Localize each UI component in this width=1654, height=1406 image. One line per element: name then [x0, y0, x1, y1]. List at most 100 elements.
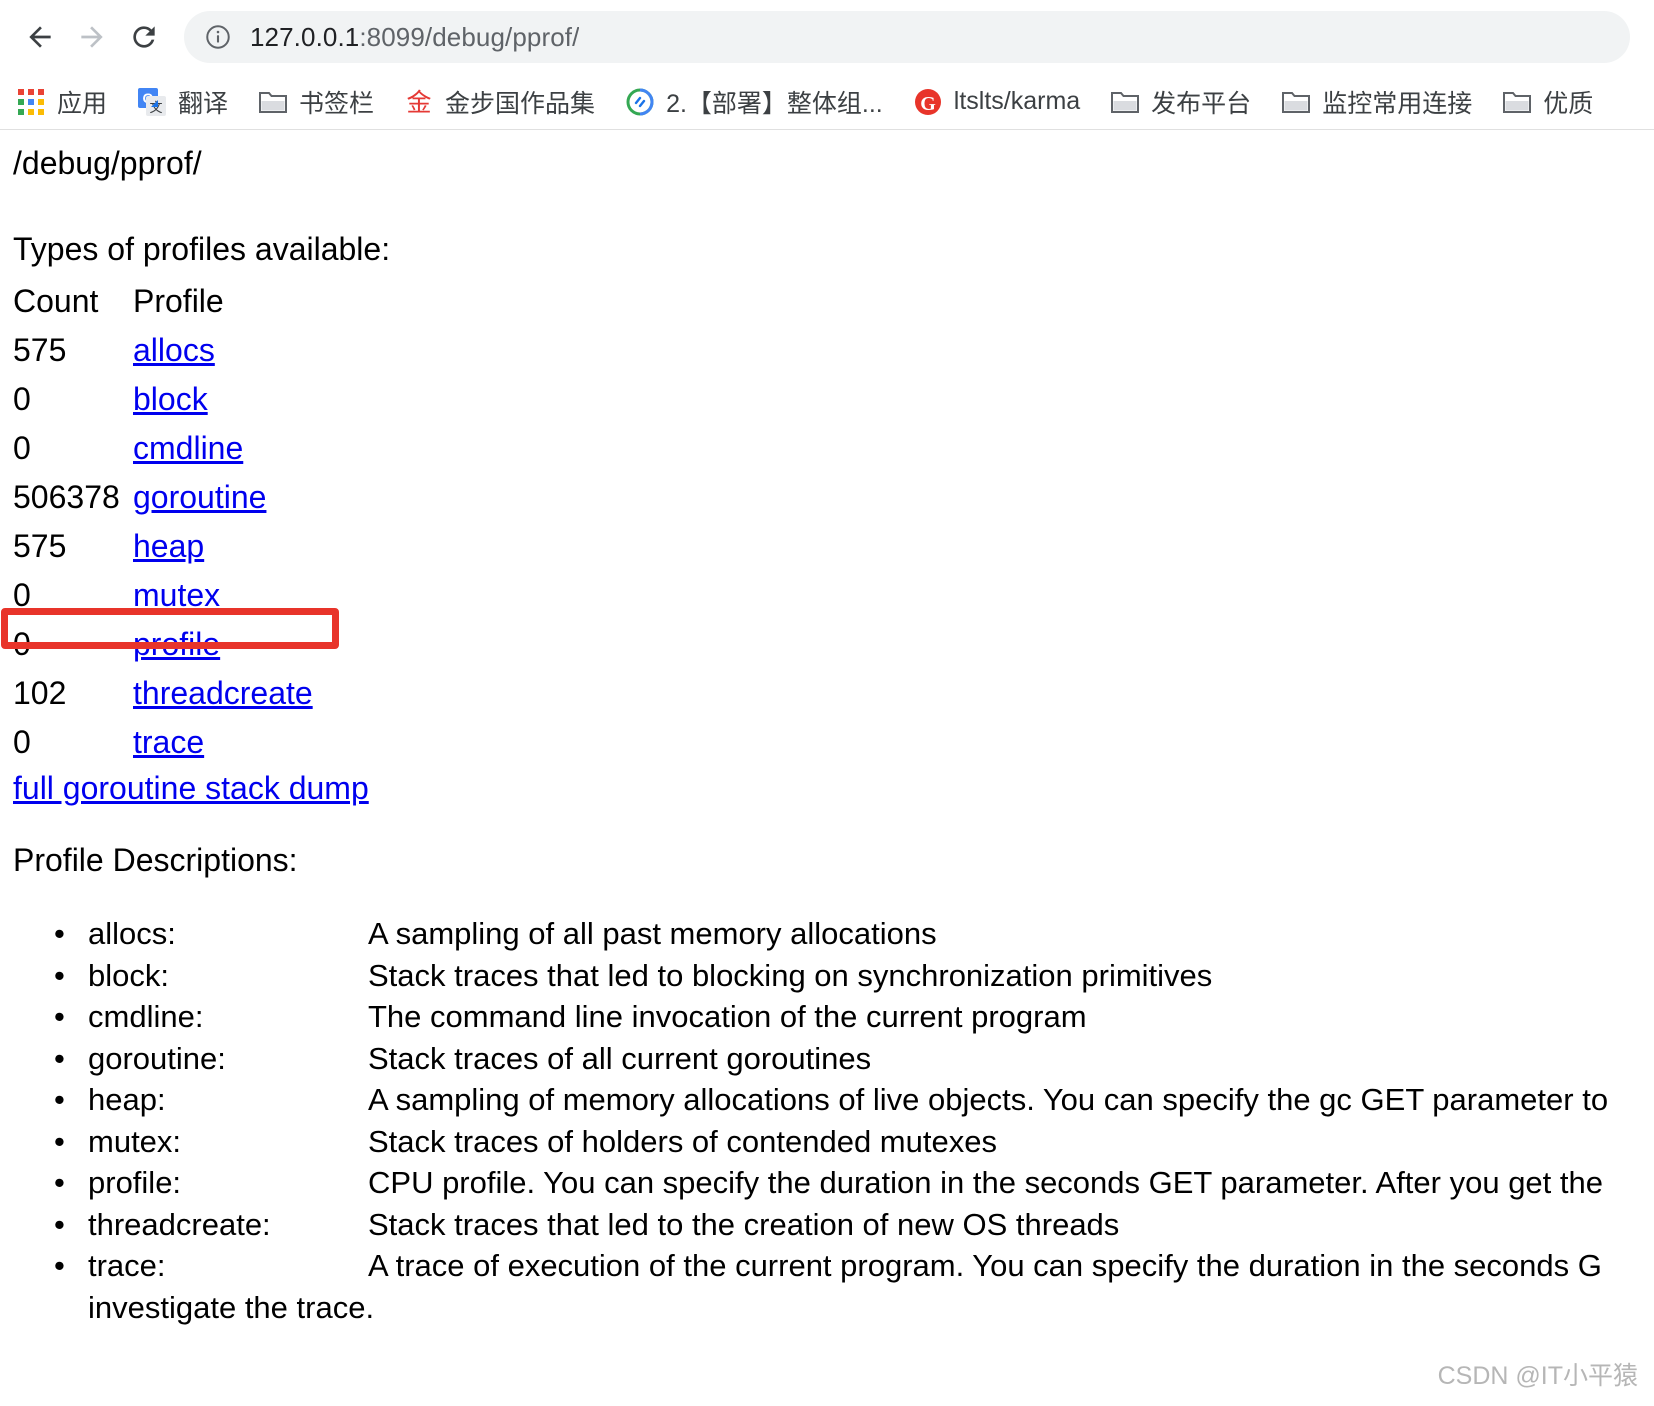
bookmark-monitor-links[interactable]: 监控常用连接: [1279, 82, 1474, 122]
google-translate-icon: G 文: [137, 87, 167, 117]
profile-count: 506378: [13, 479, 120, 515]
bookmark-label: 翻译: [178, 89, 229, 118]
description-term: block:: [88, 957, 169, 993]
profile-link-cmdline[interactable]: cmdline: [133, 430, 243, 466]
bookmark-label: 优质: [1543, 89, 1594, 118]
address-bar[interactable]: 127.0.0.1:8099/debug/pprof/: [184, 11, 1630, 63]
profile-count: 575: [13, 332, 67, 368]
table-row: 0 block: [13, 381, 313, 430]
url-path: :8099/debug/pprof/: [359, 21, 580, 52]
description-text: A sampling of all past memory allocation…: [368, 916, 937, 951]
table-row-highlighted: 506378 goroutine: [13, 479, 313, 528]
browser-toolbar: 127.0.0.1:8099/debug/pprof/: [0, 0, 1654, 74]
profile-count: 0: [13, 577, 31, 613]
bookmark-release-platform[interactable]: 发布平台: [1108, 82, 1253, 122]
bookmark-apps[interactable]: 应用: [14, 82, 109, 122]
table-row: 0 profile: [13, 626, 313, 675]
description-text: A trace of execution of the current prog…: [368, 1248, 1602, 1283]
forward-button[interactable]: [66, 11, 118, 63]
csdn-watermark: CSDN @IT小平猿: [1437, 1362, 1638, 1390]
description-term: profile:: [88, 1165, 182, 1200]
profile-count: 102: [13, 675, 67, 711]
folder-icon: [1281, 87, 1311, 117]
description-term: heap:: [88, 1082, 166, 1117]
description-text: The command line invocation of the curre…: [368, 999, 1087, 1034]
list-item-continuation: investigate the trace.: [88, 1287, 1654, 1329]
svg-text:G: G: [920, 93, 936, 115]
bookmark-ltslts-karma[interactable]: G ltslts/karma: [911, 82, 1082, 122]
profile-link-threadcreate[interactable]: threadcreate: [133, 675, 313, 711]
full-goroutine-stack-dump-link[interactable]: full goroutine stack dump: [13, 770, 369, 807]
description-term: cmdline:: [88, 999, 204, 1034]
profile-count: 575: [13, 528, 67, 564]
jin-character-icon: 金: [404, 87, 434, 117]
list-item: allocs: A sampling of all past memory all…: [54, 913, 1654, 955]
column-header-count: Count: [13, 283, 99, 319]
info-circle-icon[interactable]: [204, 23, 232, 51]
list-item: cmdline: The command line invocation of t…: [54, 996, 1654, 1038]
profile-link-mutex[interactable]: mutex: [133, 577, 220, 613]
bookmark-label: 2.【部署】整体组...: [666, 89, 883, 118]
table-row: 0 mutex: [13, 577, 313, 626]
description-term: mutex:: [88, 1123, 182, 1159]
profile-count: 0: [13, 381, 31, 417]
profile-descriptions-list: allocs: A sampling of all past memory all…: [0, 913, 1654, 1328]
folder-icon: [1110, 87, 1140, 117]
description-text: Stack traces that led to the creation of…: [368, 1206, 1120, 1242]
bookmark-quality[interactable]: 优质: [1500, 82, 1595, 122]
profile-link-goroutine[interactable]: goroutine: [133, 479, 266, 515]
bookmark-label: 书签栏: [299, 89, 375, 118]
table-row: 0 trace: [13, 724, 313, 773]
profile-count: 0: [13, 430, 31, 466]
description-text: Stack traces of holders of contended mut…: [368, 1123, 997, 1159]
pprof-index-page: /debug/pprof/ Types of profiles availabl…: [0, 131, 1654, 1406]
gitlab-g-icon: G: [913, 87, 943, 117]
description-term: trace:: [88, 1248, 166, 1283]
profile-link-profile[interactable]: profile: [133, 626, 220, 662]
types-of-profiles-heading: Types of profiles available:: [13, 231, 391, 267]
bookmark-label: 监控常用连接: [1322, 89, 1473, 118]
bookmark-deploy[interactable]: 2.【部署】整体组...: [623, 82, 885, 122]
list-item: threadcreate: Stack traces that led to th…: [54, 1204, 1654, 1246]
bookmarks-bar: 应用 G 文 翻译 书签栏: [0, 74, 1654, 130]
column-header-profile: Profile: [133, 283, 224, 319]
url-host: 127.0.0.1: [250, 21, 360, 52]
list-item: block: Stack traces that led to blocking …: [54, 955, 1654, 997]
list-item: profile: CPU profile. You can specify the…: [54, 1162, 1654, 1204]
description-text: A sampling of memory allocations of live…: [368, 1082, 1609, 1117]
bookmark-jinbuguo[interactable]: 金 金步国作品集: [402, 82, 597, 122]
profile-link-heap[interactable]: heap: [133, 528, 204, 564]
folder-icon: [258, 87, 288, 117]
table-row: 575 allocs: [13, 332, 313, 381]
list-item: trace: A trace of execution of the curren…: [54, 1245, 1654, 1287]
profile-count: 0: [13, 724, 31, 760]
reload-icon: [133, 26, 155, 48]
list-item: goroutine: Stack traces of all current go…: [54, 1038, 1654, 1080]
bookmark-label: 应用: [57, 89, 108, 118]
svg-text:金: 金: [407, 89, 432, 117]
apps-grid-icon: [16, 87, 46, 117]
bookmark-translate[interactable]: G 文 翻译: [135, 82, 230, 122]
table-header-row: Count Profile: [13, 283, 313, 332]
back-button[interactable]: [14, 11, 66, 63]
folder-icon: [1502, 87, 1532, 117]
table-row: 575 heap: [13, 528, 313, 577]
list-item: heap: A sampling of memory allocations of…: [54, 1079, 1654, 1121]
reload-button[interactable]: [118, 11, 170, 63]
profile-link-trace[interactable]: trace: [133, 724, 204, 760]
list-item: mutex: Stack traces of holders of contend…: [54, 1121, 1654, 1163]
back-arrow-icon: [29, 26, 51, 48]
table-row: 0 cmdline: [13, 430, 313, 479]
bookmark-bookmarks-folder[interactable]: 书签栏: [256, 82, 376, 122]
address-bar-text: 127.0.0.1:8099/debug/pprof/: [250, 22, 579, 53]
description-text: Stack traces that led to blocking on syn…: [368, 957, 1213, 993]
link-circle-icon: [625, 87, 655, 117]
description-term: allocs:: [88, 916, 176, 951]
profile-link-allocs[interactable]: allocs: [133, 332, 215, 368]
bookmark-label: ltslts/karma: [953, 87, 1081, 115]
profiles-table: Count Profile 575 allocs 0 block 0 cmdli…: [13, 283, 313, 773]
forward-arrow-icon: [81, 26, 103, 48]
profile-link-block[interactable]: block: [133, 381, 208, 417]
table-row: 102 threadcreate: [13, 675, 313, 724]
description-term: goroutine:: [88, 1040, 226, 1076]
